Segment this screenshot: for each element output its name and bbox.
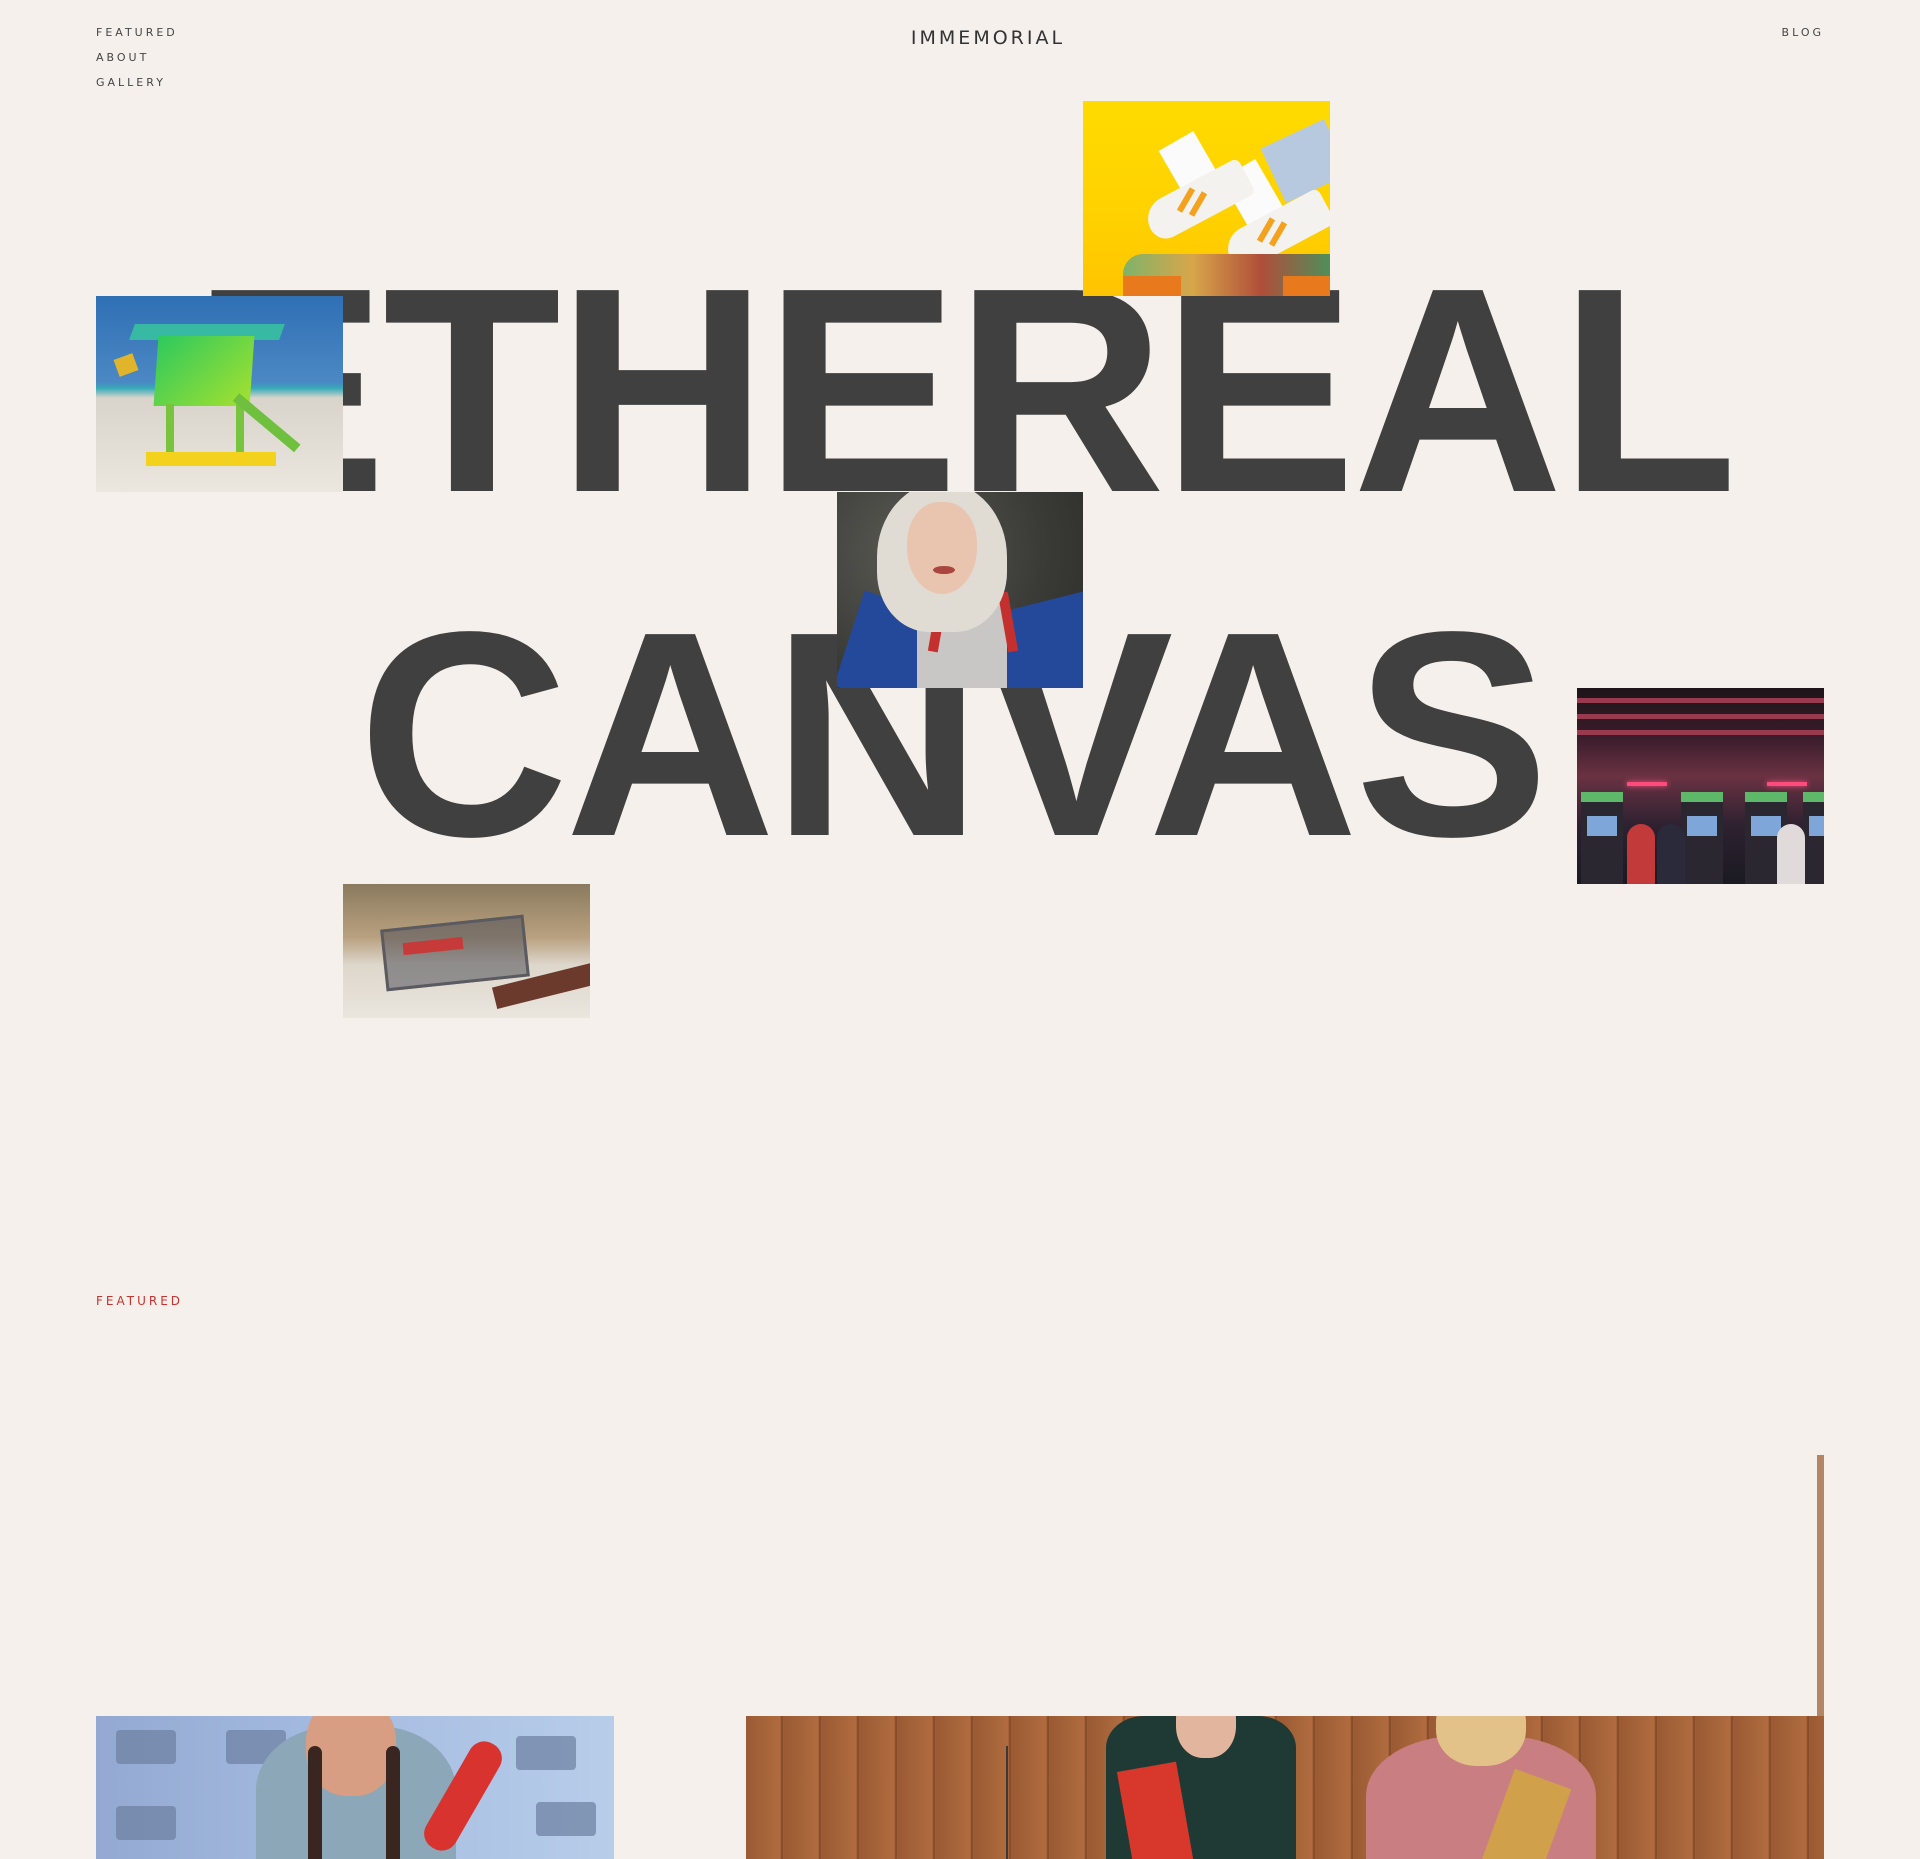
photo-detail bbox=[1687, 816, 1717, 836]
featured-card-phone-woman[interactable] bbox=[96, 1716, 614, 1859]
portrait-photo[interactable] bbox=[837, 492, 1083, 688]
photo-detail bbox=[113, 353, 139, 377]
photo-detail bbox=[536, 1802, 596, 1836]
arcade-photo[interactable] bbox=[1577, 688, 1824, 884]
logo-text[interactable]: immemorial bbox=[911, 20, 1065, 51]
photo-detail bbox=[1657, 824, 1685, 884]
photo-detail bbox=[1587, 816, 1617, 836]
photo-detail bbox=[116, 1806, 176, 1840]
nav-link-blog[interactable]: BLOG bbox=[1782, 21, 1824, 40]
photo-detail bbox=[1627, 782, 1667, 786]
photo-detail bbox=[1577, 698, 1824, 703]
photo-detail bbox=[1577, 730, 1824, 735]
photo-detail bbox=[386, 1746, 400, 1859]
photo-detail bbox=[236, 404, 244, 456]
photo-detail bbox=[933, 566, 955, 574]
photo-detail bbox=[1123, 276, 1181, 296]
photo-detail bbox=[1283, 276, 1330, 296]
photo-detail bbox=[1751, 816, 1781, 836]
photo-detail bbox=[1809, 816, 1824, 836]
photo-detail bbox=[1006, 1746, 1008, 1859]
photo-detail bbox=[308, 1746, 322, 1859]
photo-detail bbox=[1803, 792, 1824, 884]
featured-card-two-women[interactable] bbox=[746, 1716, 1824, 1859]
sneakers-photo[interactable] bbox=[1083, 101, 1330, 296]
photo-detail bbox=[1767, 782, 1807, 786]
photo-detail bbox=[1577, 714, 1824, 719]
photo-detail bbox=[146, 452, 276, 466]
photo-detail bbox=[516, 1736, 576, 1770]
photo-detail bbox=[1777, 824, 1805, 884]
cassette-photo[interactable] bbox=[343, 884, 590, 1018]
secondary-nav: BLOG bbox=[1782, 20, 1824, 41]
photo-detail bbox=[1581, 792, 1623, 884]
photo-detail bbox=[1681, 792, 1723, 884]
featured-section-label: featured bbox=[96, 1290, 184, 1310]
beach-tower-photo[interactable] bbox=[96, 296, 343, 492]
site-logo[interactable]: immemorial bbox=[0, 20, 1920, 51]
photo-detail bbox=[907, 502, 977, 594]
photo-detail bbox=[116, 1730, 176, 1764]
photo-detail bbox=[166, 404, 174, 456]
photo-detail bbox=[1627, 824, 1655, 884]
nav-link-gallery[interactable]: gallery bbox=[96, 70, 178, 91]
